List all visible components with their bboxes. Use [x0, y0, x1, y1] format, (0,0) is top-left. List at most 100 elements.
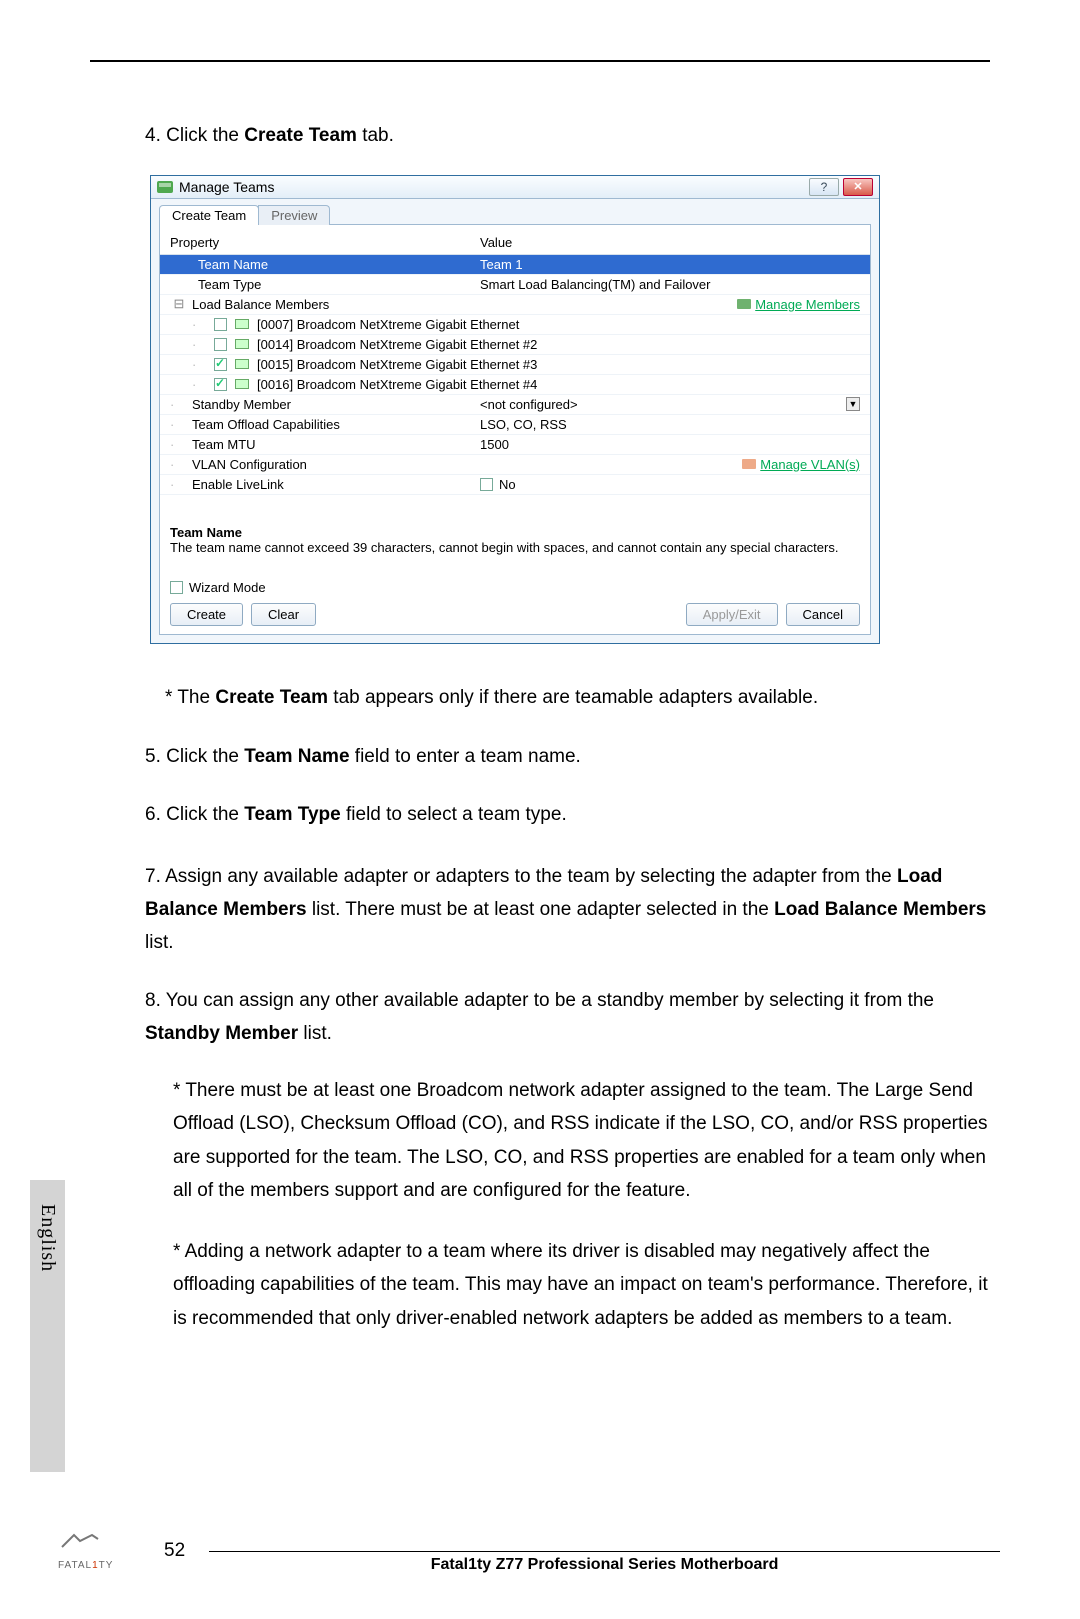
step-4: 4. Click the Create Team tab.	[145, 122, 990, 151]
brand-text: TY	[99, 1560, 114, 1571]
label: Team Offload Capabilities	[192, 417, 340, 432]
checkbox[interactable]	[170, 581, 183, 594]
text: 8. You can assign any other available ad…	[145, 990, 934, 1011]
col-value: Value	[480, 235, 860, 250]
help-title: Team Name	[170, 525, 860, 540]
nic-icon	[235, 319, 249, 329]
tree-branch: ·	[170, 417, 188, 432]
row-standby[interactable]: · Standby Member <not configured> ▼	[160, 395, 870, 415]
dropdown-icon[interactable]: ▼	[846, 397, 860, 411]
member-label: [0015] Broadcom NetXtreme Gigabit Ethern…	[257, 357, 537, 372]
wizard-label: Wizard Mode	[189, 580, 266, 595]
teams-icon	[157, 181, 173, 193]
help-button[interactable]: ?	[809, 178, 839, 196]
text: tab.	[357, 125, 394, 146]
tree-branch: ·	[192, 337, 210, 352]
vlan-icon	[742, 459, 756, 469]
row-member-3[interactable]: · [0016] Broadcom NetXtreme Gigabit Ether…	[160, 375, 870, 395]
member-label: [0016] Broadcom NetXtreme Gigabit Ethern…	[257, 377, 537, 392]
step-5: 5. Click the Team Name field to enter a …	[145, 743, 990, 772]
text-bold: Create Team	[244, 125, 357, 146]
row-member-1[interactable]: ·[0014] Broadcom NetXtreme Gigabit Ether…	[160, 335, 870, 355]
step-8-note-b: * Adding a network adapter to a team whe…	[173, 1235, 990, 1335]
tree-expand-icon[interactable]: ⊟	[170, 296, 188, 312]
tab-underline	[329, 224, 871, 225]
value: <not configured>	[480, 397, 578, 412]
step-4-note: * The Create Team tab appears only if th…	[165, 684, 990, 713]
checkbox[interactable]	[214, 338, 227, 351]
row-offload[interactable]: ·Team Offload Capabilities LSO, CO, RSS	[160, 415, 870, 435]
value: Smart Load Balancing(TM) and Failover	[480, 277, 711, 292]
text: list.	[298, 1023, 332, 1044]
text: 4. Click the	[145, 125, 244, 146]
link-text: Manage VLAN(s)	[760, 457, 860, 472]
text: tab appears only if there are teamable a…	[328, 687, 818, 708]
help-panel: Team Name The team name cannot exceed 39…	[170, 525, 860, 557]
tree-branch: ·	[170, 477, 188, 492]
text: list. There must be at least one adapter…	[307, 899, 775, 920]
label: VLAN Configuration	[192, 457, 307, 472]
label: Enable LiveLink	[192, 477, 284, 492]
cancel-button[interactable]: Cancel	[786, 603, 860, 626]
text-bold: Team Type	[244, 804, 340, 825]
language-label: English	[36, 1204, 59, 1272]
row-mtu[interactable]: ·Team MTU 1500	[160, 435, 870, 455]
row-member-0[interactable]: ·[0007] Broadcom NetXtreme Gigabit Ether…	[160, 315, 870, 335]
col-property: Property	[170, 235, 480, 250]
value: No	[499, 477, 516, 492]
grid-header: Property Value	[160, 229, 870, 255]
label: Load Balance Members	[192, 297, 329, 312]
text: field to select a team type.	[341, 804, 567, 825]
text: 7. Assign any available adapter or adapt…	[145, 866, 897, 887]
row-livelink[interactable]: · Enable LiveLink No	[160, 475, 870, 495]
step-6: 6. Click the Team Type field to select a…	[145, 801, 990, 830]
row-member-2[interactable]: ·[0015] Broadcom NetXtreme Gigabit Ether…	[160, 355, 870, 375]
dialog-screenshot: Manage Teams ? ✕ Create Team Preview Pro…	[150, 175, 880, 645]
checkbox[interactable]	[214, 378, 227, 391]
apply-exit-button[interactable]: Apply/Exit	[686, 603, 778, 626]
checkbox[interactable]	[214, 318, 227, 331]
header-rule	[90, 60, 990, 62]
tree-branch: ·	[192, 317, 210, 332]
checkbox[interactable]	[214, 358, 227, 371]
nic-icon	[235, 339, 249, 349]
tree-branch: ·	[170, 397, 188, 412]
dialog-titlebar: Manage Teams ? ✕	[151, 176, 879, 199]
row-team-name[interactable]: Team Name Team 1	[160, 255, 870, 275]
row-load-balance[interactable]: ⊟ Load Balance Members Manage Members	[160, 295, 870, 315]
logo-glyph-icon	[60, 1533, 100, 1553]
members-icon	[737, 299, 751, 309]
label: Standby Member	[192, 397, 291, 412]
tree-branch: ·	[192, 377, 210, 392]
nic-icon	[235, 359, 249, 369]
label: Team MTU	[192, 437, 256, 452]
text: list.	[145, 932, 174, 953]
create-button[interactable]: Create	[170, 603, 243, 626]
row-vlan[interactable]: · VLAN Configuration Manage VLAN(s)	[160, 455, 870, 475]
text: 6. Click the	[145, 804, 244, 825]
dialog-title: Manage Teams	[179, 179, 274, 195]
close-button[interactable]: ✕	[843, 178, 873, 196]
text-bold: Load Balance Members	[774, 899, 986, 920]
help-desc: The team name cannot exceed 39 character…	[170, 540, 860, 557]
text-bold: Team Name	[244, 746, 349, 767]
tree-branch: ·	[170, 437, 188, 452]
step-8: 8. You can assign any other available ad…	[145, 984, 990, 1051]
text: * The	[165, 687, 215, 708]
tab-preview[interactable]: Preview	[258, 205, 330, 225]
tree-branch: ·	[170, 457, 188, 472]
checkbox[interactable]	[480, 478, 493, 491]
label: Team Type	[192, 277, 261, 292]
manage-members-link[interactable]: Manage Members	[737, 297, 860, 312]
text-bold: Standby Member	[145, 1023, 298, 1044]
text-bold: Create Team	[215, 687, 328, 708]
footer-rule: Fatal1ty Z77 Professional Series Motherb…	[209, 1551, 1000, 1552]
clear-button[interactable]: Clear	[251, 603, 316, 626]
manage-vlan-link[interactable]: Manage VLAN(s)	[742, 457, 860, 472]
row-team-type[interactable]: Team Type Smart Load Balancing(TM) and F…	[160, 275, 870, 295]
tab-create-team[interactable]: Create Team	[159, 205, 259, 225]
page-number: 52	[164, 1540, 185, 1562]
footer-title: Fatal1ty Z77 Professional Series Motherb…	[209, 1556, 1000, 1574]
wizard-mode-row[interactable]: Wizard Mode	[170, 580, 860, 595]
text: 5. Click the	[145, 746, 244, 767]
